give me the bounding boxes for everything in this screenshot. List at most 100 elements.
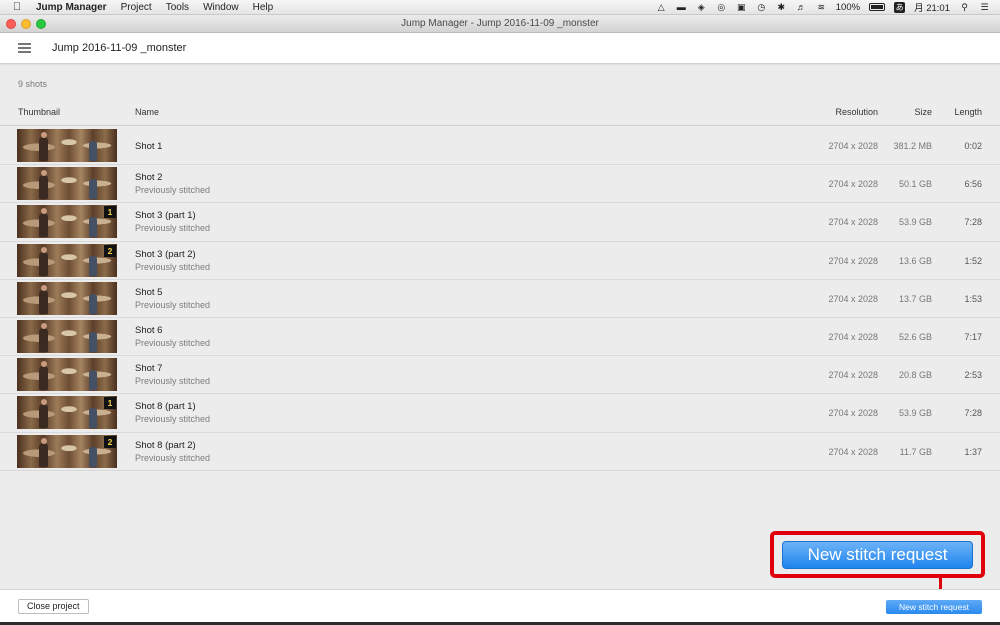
table-row[interactable]: Shot 6 Previously stitched 2704 x 2028 5… xyxy=(0,318,1000,357)
part-badge: 2 xyxy=(104,244,116,257)
window-titlebar: Jump Manager - Jump 2016-11-09 _monster xyxy=(0,15,1000,33)
clock[interactable]: 月 21:01 xyxy=(914,0,950,14)
app-header: Jump 2016-11-09 _monster xyxy=(0,33,1000,64)
shot-name: Shot 3 (part 2) xyxy=(135,248,196,260)
shot-resolution: 2704 x 2028 xyxy=(828,370,878,381)
new-stitch-request-callout-button[interactable]: New stitch request xyxy=(782,541,973,569)
shot-length: 7:28 xyxy=(964,217,982,228)
shot-status: Previously stitched xyxy=(135,223,211,234)
dash-icon[interactable]: ▬ xyxy=(676,2,687,12)
shot-thumbnail xyxy=(17,281,117,315)
menu-help[interactable]: Help xyxy=(253,2,274,13)
shot-length: 1:53 xyxy=(964,293,982,304)
menu-window[interactable]: Window xyxy=(203,2,239,13)
table-row[interactable]: 2 Shot 8 (part 2) Previously stitched 27… xyxy=(0,433,1000,471)
shot-resolution: 2704 x 2028 xyxy=(828,141,878,151)
shot-length: 1:52 xyxy=(964,255,982,266)
table-row[interactable]: 1 Shot 8 (part 1) Previously stitched 27… xyxy=(0,394,1000,433)
table-row[interactable]: 1 Shot 3 (part 1) Previously stitched 27… xyxy=(0,203,1000,242)
shot-name: Shot 2 xyxy=(135,172,163,184)
shot-size: 13.7 GB xyxy=(898,293,932,304)
column-size: Size xyxy=(914,107,932,117)
shot-length: 7:28 xyxy=(964,408,982,419)
status-area: △ ▬ ◈ ◎ ▣ ◷ ✱ ♬ ≋ 100% あ 月 21:01 ⚲ ☰ xyxy=(656,0,1000,14)
shot-resolution: 2704 x 2028 xyxy=(828,331,878,342)
shot-size: 11.7 GB xyxy=(899,446,932,457)
shot-name: Shot 6 xyxy=(135,324,163,336)
time-machine-icon[interactable]: ◷ xyxy=(756,2,767,12)
shot-size: 13.6 GB xyxy=(898,255,932,266)
shot-resolution: 2704 x 2028 xyxy=(828,446,878,457)
shot-thumbnail xyxy=(17,358,117,392)
evernote-icon[interactable]: ◈ xyxy=(696,2,707,12)
shot-size: 20.8 GB xyxy=(898,370,932,381)
table-row[interactable]: Shot 7 Previously stitched 2704 x 2028 2… xyxy=(0,356,1000,395)
column-thumbnail: Thumbnail xyxy=(18,107,61,117)
shot-name: Shot 8 (part 1) xyxy=(135,401,196,413)
shot-status: Previously stitched xyxy=(135,261,211,272)
shot-list: Shot 1 2704 x 2028 381.2 MB 0:02 Shot 2 … xyxy=(0,127,1000,471)
shot-resolution: 2704 x 2028 xyxy=(828,293,878,304)
apple-icon[interactable]:  xyxy=(10,1,24,13)
menu-hamburger-icon[interactable] xyxy=(18,43,31,53)
new-stitch-request-button[interactable]: New stitch request xyxy=(886,600,982,614)
creative-cloud-icon[interactable]: ◎ xyxy=(716,2,727,12)
part-badge: 1 xyxy=(104,206,116,219)
shot-length: 2:53 xyxy=(964,370,982,381)
shot-thumbnail: 2 xyxy=(17,434,117,468)
table-row[interactable]: Shot 1 2704 x 2028 381.2 MB 0:02 xyxy=(0,127,1000,166)
shot-thumbnail: 2 xyxy=(17,243,117,277)
notification-center-icon[interactable]: ☰ xyxy=(979,2,990,12)
menu-app-name[interactable]: Jump Manager xyxy=(36,2,107,13)
shot-length: 7:17 xyxy=(964,331,982,342)
shot-thumbnail: 1 xyxy=(17,205,117,239)
shot-name: Shot 7 xyxy=(135,363,163,375)
project-title: Jump 2016-11-09 _monster xyxy=(52,42,187,54)
battery-percent: 100% xyxy=(835,1,861,13)
battery-icon[interactable] xyxy=(869,3,886,11)
footer-bar: Close project New stitch request xyxy=(0,589,1000,622)
column-length: Length xyxy=(954,107,982,117)
part-badge: 1 xyxy=(104,397,116,410)
wifi-icon[interactable]: ≋ xyxy=(816,2,827,12)
shot-resolution: 2704 x 2028 xyxy=(828,255,878,266)
menu-project[interactable]: Project xyxy=(121,2,152,13)
input-method-icon[interactable]: あ xyxy=(894,1,906,13)
shot-thumbnail xyxy=(17,319,117,353)
shot-size: 381.2 MB xyxy=(893,141,932,151)
shot-size: 52.6 GB xyxy=(898,331,932,342)
display-icon[interactable]: ▣ xyxy=(736,2,747,12)
shot-thumbnail: 1 xyxy=(17,396,117,430)
shot-name: Shot 8 (part 2) xyxy=(135,439,196,451)
shot-status: Previously stitched xyxy=(135,185,211,196)
shot-length: 6:56 xyxy=(964,179,982,190)
shot-status: Previously stitched xyxy=(135,337,211,348)
shot-thumbnail xyxy=(17,167,117,201)
bluetooth-icon[interactable]: ✱ xyxy=(776,2,787,12)
column-resolution: Resolution xyxy=(835,107,878,117)
shot-resolution: 2704 x 2028 xyxy=(828,217,878,228)
table-header: Thumbnail Name Resolution Size Length xyxy=(0,100,1000,126)
shot-status: Previously stitched xyxy=(135,414,211,425)
close-project-button[interactable]: Close project xyxy=(18,599,89,614)
shot-status: Previously stitched xyxy=(135,299,211,310)
column-name: Name xyxy=(135,107,160,117)
shot-name: Shot 5 xyxy=(135,286,163,298)
window-title: Jump Manager - Jump 2016-11-09 _monster xyxy=(401,18,599,29)
drive-icon[interactable]: △ xyxy=(656,2,667,12)
table-row[interactable]: Shot 2 Previously stitched 2704 x 2028 5… xyxy=(0,165,1000,204)
shot-length: 0:02 xyxy=(964,141,982,151)
shot-status: Previously stitched xyxy=(135,452,211,463)
table-row[interactable]: 2 Shot 3 (part 2) Previously stitched 27… xyxy=(0,242,1000,280)
shot-status: Previously stitched xyxy=(135,376,211,387)
shot-size: 53.9 GB xyxy=(898,217,932,228)
shot-size: 50.1 GB xyxy=(898,179,932,190)
spotlight-search-icon[interactable]: ⚲ xyxy=(959,2,970,12)
shot-name: Shot 3 (part 1) xyxy=(135,210,196,222)
part-badge: 2 xyxy=(104,435,116,448)
shot-resolution: 2704 x 2028 xyxy=(828,408,878,419)
shot-resolution: 2704 x 2028 xyxy=(828,179,878,190)
table-row[interactable]: Shot 5 Previously stitched 2704 x 2028 1… xyxy=(0,280,1000,318)
volume-icon[interactable]: ♬ xyxy=(796,2,807,12)
menu-tools[interactable]: Tools xyxy=(166,2,189,13)
